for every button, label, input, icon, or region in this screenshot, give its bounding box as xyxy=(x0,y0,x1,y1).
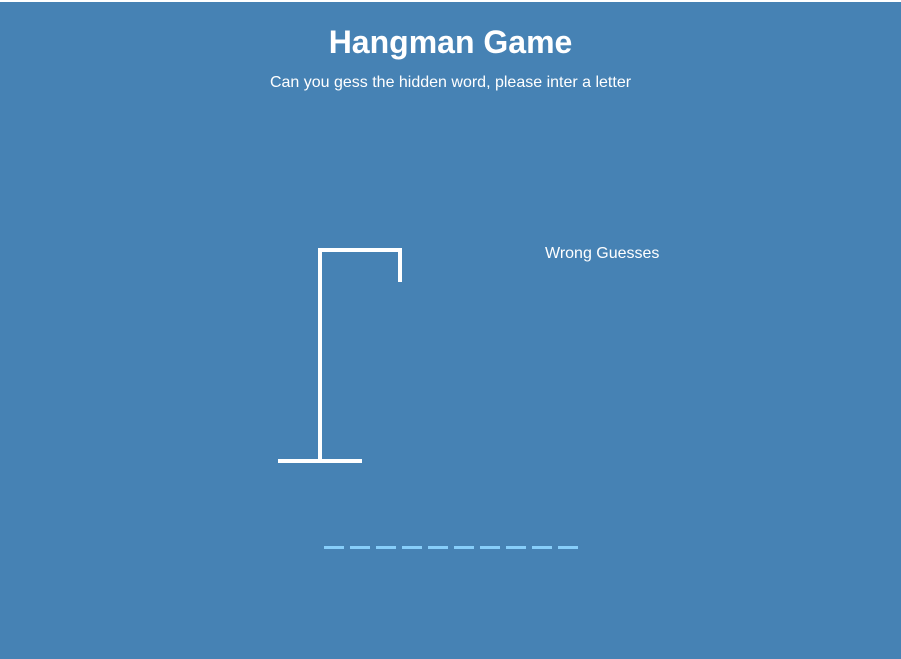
page-title: Hangman Game xyxy=(328,24,573,60)
letter-slot xyxy=(453,529,474,549)
letter-slot xyxy=(557,529,578,549)
hidden-word xyxy=(0,529,901,549)
letter-slot xyxy=(505,529,526,549)
letter-slot xyxy=(401,529,422,549)
instructions-text: Can you gess the hidden word, please int… xyxy=(269,74,632,91)
letter-slot xyxy=(479,529,500,549)
game-container: Hangman Game Can you gess the hidden wor… xyxy=(0,2,901,659)
wrong-guesses-title: Wrong Guesses xyxy=(545,245,660,262)
letter-slot xyxy=(349,529,370,549)
letter-slot xyxy=(531,529,552,549)
letter-slot xyxy=(375,529,396,549)
hangman-area: Wrong Guesses xyxy=(270,240,670,480)
letter-slot xyxy=(427,529,448,549)
letter-slot xyxy=(323,529,344,549)
gallows-figure xyxy=(278,248,402,463)
wrong-guesses-panel: Wrong Guesses xyxy=(545,245,675,269)
